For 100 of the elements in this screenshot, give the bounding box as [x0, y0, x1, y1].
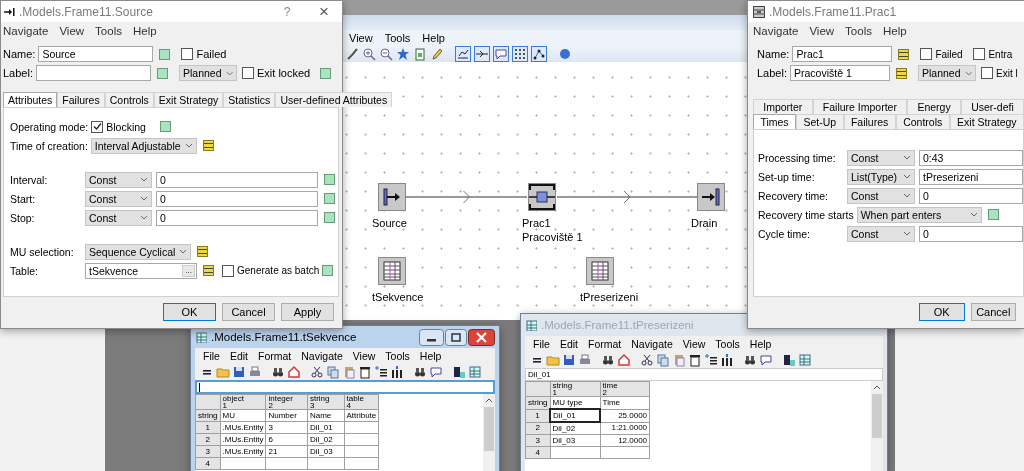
binoculars-icon[interactable] — [601, 353, 615, 367]
dialog-button[interactable]: Apply — [281, 303, 334, 321]
drain-block-icon[interactable] — [697, 183, 725, 211]
menu-item[interactable]: Format — [588, 338, 622, 350]
menu-item[interactable]: File — [533, 338, 550, 350]
format-icon[interactable] — [452, 365, 466, 379]
tab[interactable]: Exit Strategy — [949, 114, 1024, 129]
text-field[interactable]: Prac1 — [792, 46, 893, 62]
menu-item[interactable]: View — [809, 24, 835, 37]
insert-column-icon[interactable] — [390, 365, 404, 379]
binoculars-icon[interactable] — [743, 353, 757, 367]
scrollbar-thumb[interactable] — [484, 407, 494, 451]
table-cell[interactable]: 21 — [265, 445, 308, 458]
column-header[interactable]: integer 2 — [265, 394, 308, 410]
column-header[interactable]: table 4 — [344, 394, 379, 410]
table-cell[interactable]: .MUs.Entity — [220, 421, 266, 434]
menu-item[interactable]: View — [682, 338, 706, 350]
text-field[interactable]: tSekvence ... — [85, 262, 197, 279]
dropdown[interactable]: Const — [847, 187, 915, 204]
copy-icon[interactable] — [326, 365, 340, 379]
tab[interactable]: Failures — [57, 92, 105, 107]
dialog-button[interactable]: Cancel — [222, 303, 275, 321]
tab[interactable]: Attributes — [3, 92, 58, 107]
dropdown[interactable]: Const — [847, 225, 915, 242]
brush-icon[interactable] — [345, 47, 359, 61]
dropdown[interactable]: List(Type) — [847, 168, 915, 185]
zoom-out-icon[interactable] — [379, 47, 393, 61]
tab[interactable]: Controls — [895, 114, 950, 129]
menu-item[interactable]: Help — [882, 24, 907, 37]
format-icon[interactable] — [782, 353, 796, 367]
table-cell[interactable]: 1:21.0000 — [600, 422, 650, 435]
bin-icon[interactable] — [358, 365, 372, 379]
table-cell[interactable]: Dil_03 — [550, 434, 601, 447]
text-field[interactable]: 0 — [919, 225, 1023, 242]
dialog-button[interactable]: OK — [919, 303, 965, 321]
tab[interactable]: Failure Importer — [812, 99, 908, 114]
menu-item[interactable]: Help — [419, 350, 442, 362]
menu-item[interactable]: Help — [749, 338, 772, 350]
cell-edit-field[interactable] — [195, 380, 495, 394]
table-cell[interactable]: 6 — [265, 433, 308, 446]
dialog-button[interactable]: Cancel — [970, 303, 1016, 321]
insert-row-icon[interactable] — [374, 365, 388, 379]
table-block-icon[interactable] — [378, 257, 406, 285]
text-field[interactable]: 0:43 — [919, 149, 1023, 166]
network-icon[interactable] — [531, 46, 547, 62]
menu-item[interactable]: Tools — [715, 338, 740, 350]
menu-item[interactable]: Help — [422, 32, 445, 44]
tab[interactable]: Importer — [753, 99, 813, 114]
text-field[interactable]: 0 — [156, 209, 318, 226]
checkbox[interactable] — [242, 67, 254, 79]
help-icon[interactable] — [558, 47, 572, 61]
bin-icon[interactable] — [688, 353, 702, 367]
tab[interactable]: Times — [753, 114, 797, 129]
dropdown[interactable]: Interval Adjustable — [90, 137, 197, 154]
table-cell[interactable]: 3 — [265, 421, 308, 434]
grid-dots-icon[interactable] — [512, 46, 528, 62]
tab[interactable]: Statistics — [223, 92, 276, 107]
binoculars-icon[interactable] — [271, 365, 285, 379]
menu-item[interactable]: File — [203, 350, 220, 362]
cell-edit-field[interactable]: Dil_01 — [525, 368, 883, 381]
checkbox[interactable] — [91, 120, 104, 133]
browse-button[interactable]: ... — [182, 264, 195, 277]
inheritance-indicator[interactable] — [197, 246, 209, 257]
inheritance-indicator[interactable] — [202, 140, 214, 151]
source-block-icon[interactable] — [378, 183, 406, 211]
table-cell[interactable]: Dil_02 — [550, 422, 601, 435]
dropdown[interactable]: Sequence Cyclical — [85, 243, 192, 260]
dialog-button[interactable]: OK — [163, 303, 216, 321]
menu-item[interactable]: Navigate — [3, 24, 49, 37]
dropdown[interactable]: Planned — [179, 65, 237, 81]
printer-icon[interactable] — [248, 365, 262, 379]
menu-item[interactable]: View — [349, 32, 373, 44]
scrollbar[interactable] — [871, 381, 883, 471]
menu-item[interactable]: Edit — [229, 350, 248, 362]
text-field[interactable]: 0 — [156, 190, 318, 207]
inheritance-indicator[interactable] — [898, 48, 910, 60]
menu-item[interactable]: Format — [258, 350, 292, 362]
scrollbar-thumb[interactable] — [872, 394, 882, 438]
table-block-icon[interactable] — [586, 257, 614, 285]
menu-item[interactable]: Tools — [384, 32, 411, 44]
inheritance-indicator[interactable] — [203, 265, 214, 276]
dropdown[interactable]: Const — [85, 190, 152, 207]
connector-icon[interactable] — [474, 46, 490, 62]
table-cell[interactable]: .MUs.Entity — [220, 445, 266, 458]
tab[interactable]: Set-Up — [796, 114, 844, 129]
insert-row-icon[interactable] — [704, 353, 718, 367]
close-button[interactable] — [468, 328, 495, 346]
menu-item[interactable]: View — [59, 24, 85, 37]
text-field[interactable] — [36, 65, 151, 81]
station-block-icon[interactable] — [528, 183, 556, 211]
tab[interactable]: Failures — [843, 114, 896, 129]
dropdown[interactable]: Const — [85, 171, 152, 188]
table-cell[interactable]: Dil_02 — [307, 433, 344, 446]
menu-item[interactable]: Help — [132, 24, 157, 37]
printer-icon[interactable] — [578, 353, 592, 367]
scissors-icon[interactable] — [310, 365, 324, 379]
text-field[interactable]: 0 — [919, 187, 1023, 204]
text-field[interactable]: Pracoviště 1 — [790, 65, 890, 81]
menu-item[interactable]: Tools — [385, 350, 410, 362]
checkbox[interactable] — [920, 48, 933, 60]
